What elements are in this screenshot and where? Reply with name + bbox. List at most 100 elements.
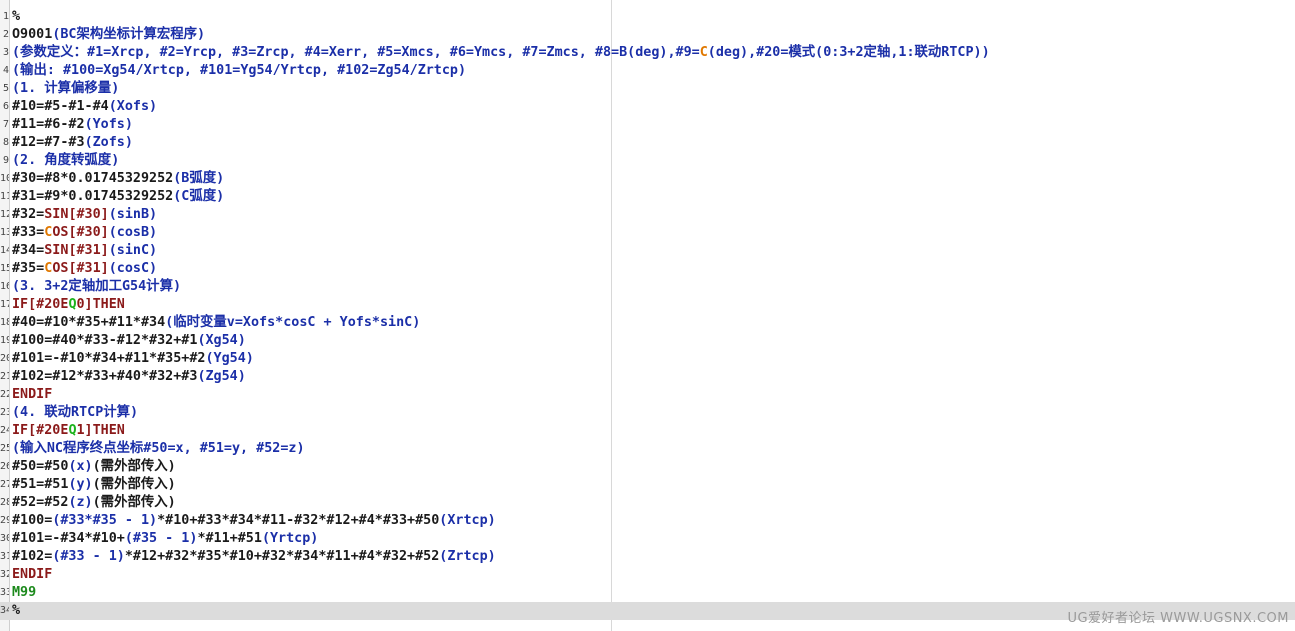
- token-q: Q: [68, 423, 77, 438]
- code-line[interactable]: 29#100=(#33*#35 - 1)*#10+#33*#34*#11-#32…: [0, 512, 1295, 530]
- line-code: #51=#51(y)(需外部传入): [12, 476, 176, 494]
- token-kw: IF[#20E: [12, 423, 69, 438]
- line-number: 11: [0, 191, 9, 202]
- code-line[interactable]: 24IF[#20EQ1]THEN: [0, 422, 1295, 440]
- token-text: *#11+#51: [197, 531, 262, 546]
- token-cmt: (cosC): [108, 261, 158, 276]
- code-line[interactable]: 12#32=SIN[#30](sinB): [0, 206, 1295, 224]
- code-line[interactable]: 8 #12=#7-#3(Zofs): [0, 134, 1295, 152]
- token-kw: ENDIF: [12, 567, 53, 582]
- line-number: 19: [0, 335, 9, 346]
- line-number: 26: [0, 461, 9, 472]
- code-editor[interactable]: 1% 2 O9001(BC架构坐标计算宏程序) 3 (参数定义：#1=Xrcp, #2=…: [0, 0, 1295, 631]
- token-cmt: (参数定义：#1=Xrcp, #2=Yrcp, #3=Zrcp, #4=Xerr…: [12, 45, 700, 60]
- code-line[interactable]: 23(4. 联动RTCP计算): [0, 404, 1295, 422]
- line-code: #35=COS[#31](cosC): [12, 260, 157, 278]
- line-code: (1. 计算偏移量): [12, 80, 119, 98]
- code-line[interactable]: 18#40=#10*#35+#11*#34(临时变量v=Xofs*cosC + …: [0, 314, 1295, 332]
- line-code: IF[#20EQ1]THEN: [12, 422, 125, 440]
- line-code: #101=-#34*#10+(#35 - 1)*#11+#51(Yrtcp): [12, 530, 318, 548]
- code-line[interactable]: 3 (参数定义：#1=Xrcp, #2=Yrcp, #3=Zrcp, #4=Xer…: [0, 44, 1295, 62]
- line-number: 17: [0, 299, 9, 310]
- token-text: #32=: [12, 207, 45, 222]
- line-code: (输入NC程序终点坐标#50=x, #51=y, #52=z): [12, 440, 305, 458]
- line-code: #32=SIN[#30](sinB): [12, 206, 157, 224]
- forum-watermark: UG爱好者论坛 WWW.UGSNX.COM: [1067, 611, 1289, 626]
- code-line[interactable]: 28#52=#52(z)(需外部传入): [0, 494, 1295, 512]
- code-line[interactable]: 21#102=#12*#33+#40*#32+#3(Zg54): [0, 368, 1295, 386]
- token-cmt: (1. 计算偏移量): [12, 81, 120, 96]
- line-code: #102=#12*#33+#40*#32+#3(Zg54): [12, 368, 246, 386]
- token-text: #34=: [12, 243, 45, 258]
- code-line[interactable]: 19#100=#40*#33-#12*#32+#1(Xg54): [0, 332, 1295, 350]
- code-line[interactable]: 26#50=#50(x)(需外部传入): [0, 458, 1295, 476]
- token-kw: ENDIF: [12, 387, 53, 402]
- token-cmt: (BC架构坐标计算宏程序): [52, 27, 206, 42]
- token-text: #101=-#34*#10+: [12, 531, 125, 546]
- line-code: #31=#9*0.01745329252(C弧度): [12, 188, 224, 206]
- token-text: (需外部传入): [92, 495, 176, 510]
- code-line[interactable]: 15#35=COS[#31](cosC): [0, 260, 1295, 278]
- token-text: *#12+#32*#35*#10+#32*#34*#11+#4*#32+#52: [124, 549, 440, 564]
- line-number: 9: [2, 155, 9, 166]
- code-line[interactable]: 30#101=-#34*#10+(#35 - 1)*#11+#51(Yrtcp): [0, 530, 1295, 548]
- token-cmt: (#33 - 1): [52, 549, 125, 564]
- token-text: #50=#50: [12, 459, 69, 474]
- line-number: 16: [0, 281, 9, 292]
- token-kw: 1]THEN: [76, 423, 125, 438]
- code-line[interactable]: 6 #10=#5-#1-#4(Xofs): [0, 98, 1295, 116]
- line-number: 22: [0, 389, 9, 400]
- line-code: ENDIF: [12, 386, 52, 404]
- code-line[interactable]: 33M99: [0, 584, 1295, 602]
- token-q: Q: [68, 297, 77, 312]
- code-line[interactable]: 7 #11=#6-#2(Yofs): [0, 116, 1295, 134]
- line-number: 14: [0, 245, 9, 256]
- line-number: 31: [0, 551, 9, 562]
- token-text: #31=#9*0.01745329252: [12, 189, 174, 204]
- code-line[interactable]: 22ENDIF: [0, 386, 1295, 404]
- line-number: 6: [2, 101, 9, 112]
- code-line[interactable]: 2 O9001(BC架构坐标计算宏程序): [0, 26, 1295, 44]
- line-number: 32: [0, 569, 9, 580]
- token-cmt: (cosB): [108, 225, 158, 240]
- code-line[interactable]: 17IF[#20EQ0]THEN: [0, 296, 1295, 314]
- code-line[interactable]: 4 (输出: #100=Xg54/Xrtcp, #101=Yg54/Yrtcp, …: [0, 62, 1295, 80]
- code-line[interactable]: 10#30=#8*0.01745329252(B弧度): [0, 170, 1295, 188]
- code-line[interactable]: 5 (1. 计算偏移量): [0, 80, 1295, 98]
- token-kw: [#31]: [68, 243, 109, 258]
- line-number: 4: [2, 65, 9, 76]
- line-number: 15: [0, 263, 9, 274]
- code-line[interactable]: 16(3. 3+2定轴加工G54计算): [0, 278, 1295, 296]
- line-code: #100=#40*#33-#12*#32+#1(Xg54): [12, 332, 246, 350]
- token-text: #102=#12*#33+#40*#32+#3: [12, 369, 198, 384]
- line-code: IF[#20EQ0]THEN: [12, 296, 125, 314]
- line-code: (4. 联动RTCP计算): [12, 404, 138, 422]
- code-line[interactable]: 27#51=#51(y)(需外部传入): [0, 476, 1295, 494]
- code-line[interactable]: 25(输入NC程序终点坐标#50=x, #51=y, #52=z): [0, 440, 1295, 458]
- line-number: 29: [0, 515, 9, 526]
- code-line[interactable]: 13#33=COS[#30](cosB): [0, 224, 1295, 242]
- token-text: #33=: [12, 225, 45, 240]
- code-line[interactable]: 20#101=-#10*#34+#11*#35+#2(Yg54): [0, 350, 1295, 368]
- token-cmt: (z): [68, 495, 93, 510]
- line-number: 13: [0, 227, 9, 238]
- line-number: 34: [0, 605, 9, 616]
- token-kw: OS: [52, 225, 69, 240]
- line-number: 25: [0, 443, 9, 454]
- code-lines[interactable]: 1% 2 O9001(BC架构坐标计算宏程序) 3 (参数定义：#1=Xrcp, #2=…: [0, 8, 1295, 620]
- code-line[interactable]: 9 (2. 角度转弧度): [0, 152, 1295, 170]
- token-cmt: (Yg54): [205, 351, 254, 366]
- line-number: 30: [0, 533, 9, 544]
- code-line[interactable]: 31#102=(#33 - 1)*#12+#32*#35*#10+#32*#34…: [0, 548, 1295, 566]
- token-kw: OS: [52, 261, 69, 276]
- code-line[interactable]: 1%: [0, 8, 1295, 26]
- token-text: #52=#52: [12, 495, 69, 510]
- code-line[interactable]: 11#31=#9*0.01745329252(C弧度): [0, 188, 1295, 206]
- code-line[interactable]: 32ENDIF: [0, 566, 1295, 584]
- token-cmt: (临时变量v=Xofs*cosC + Yofs*sinC): [165, 315, 421, 330]
- token-kw: 0]THEN: [76, 297, 125, 312]
- line-number: 10: [0, 173, 9, 184]
- token-kw: SIN: [44, 207, 69, 222]
- code-line[interactable]: 14#34=SIN[#31](sinC): [0, 242, 1295, 260]
- line-code: #40=#10*#35+#11*#34(临时变量v=Xofs*cosC + Yo…: [12, 314, 420, 332]
